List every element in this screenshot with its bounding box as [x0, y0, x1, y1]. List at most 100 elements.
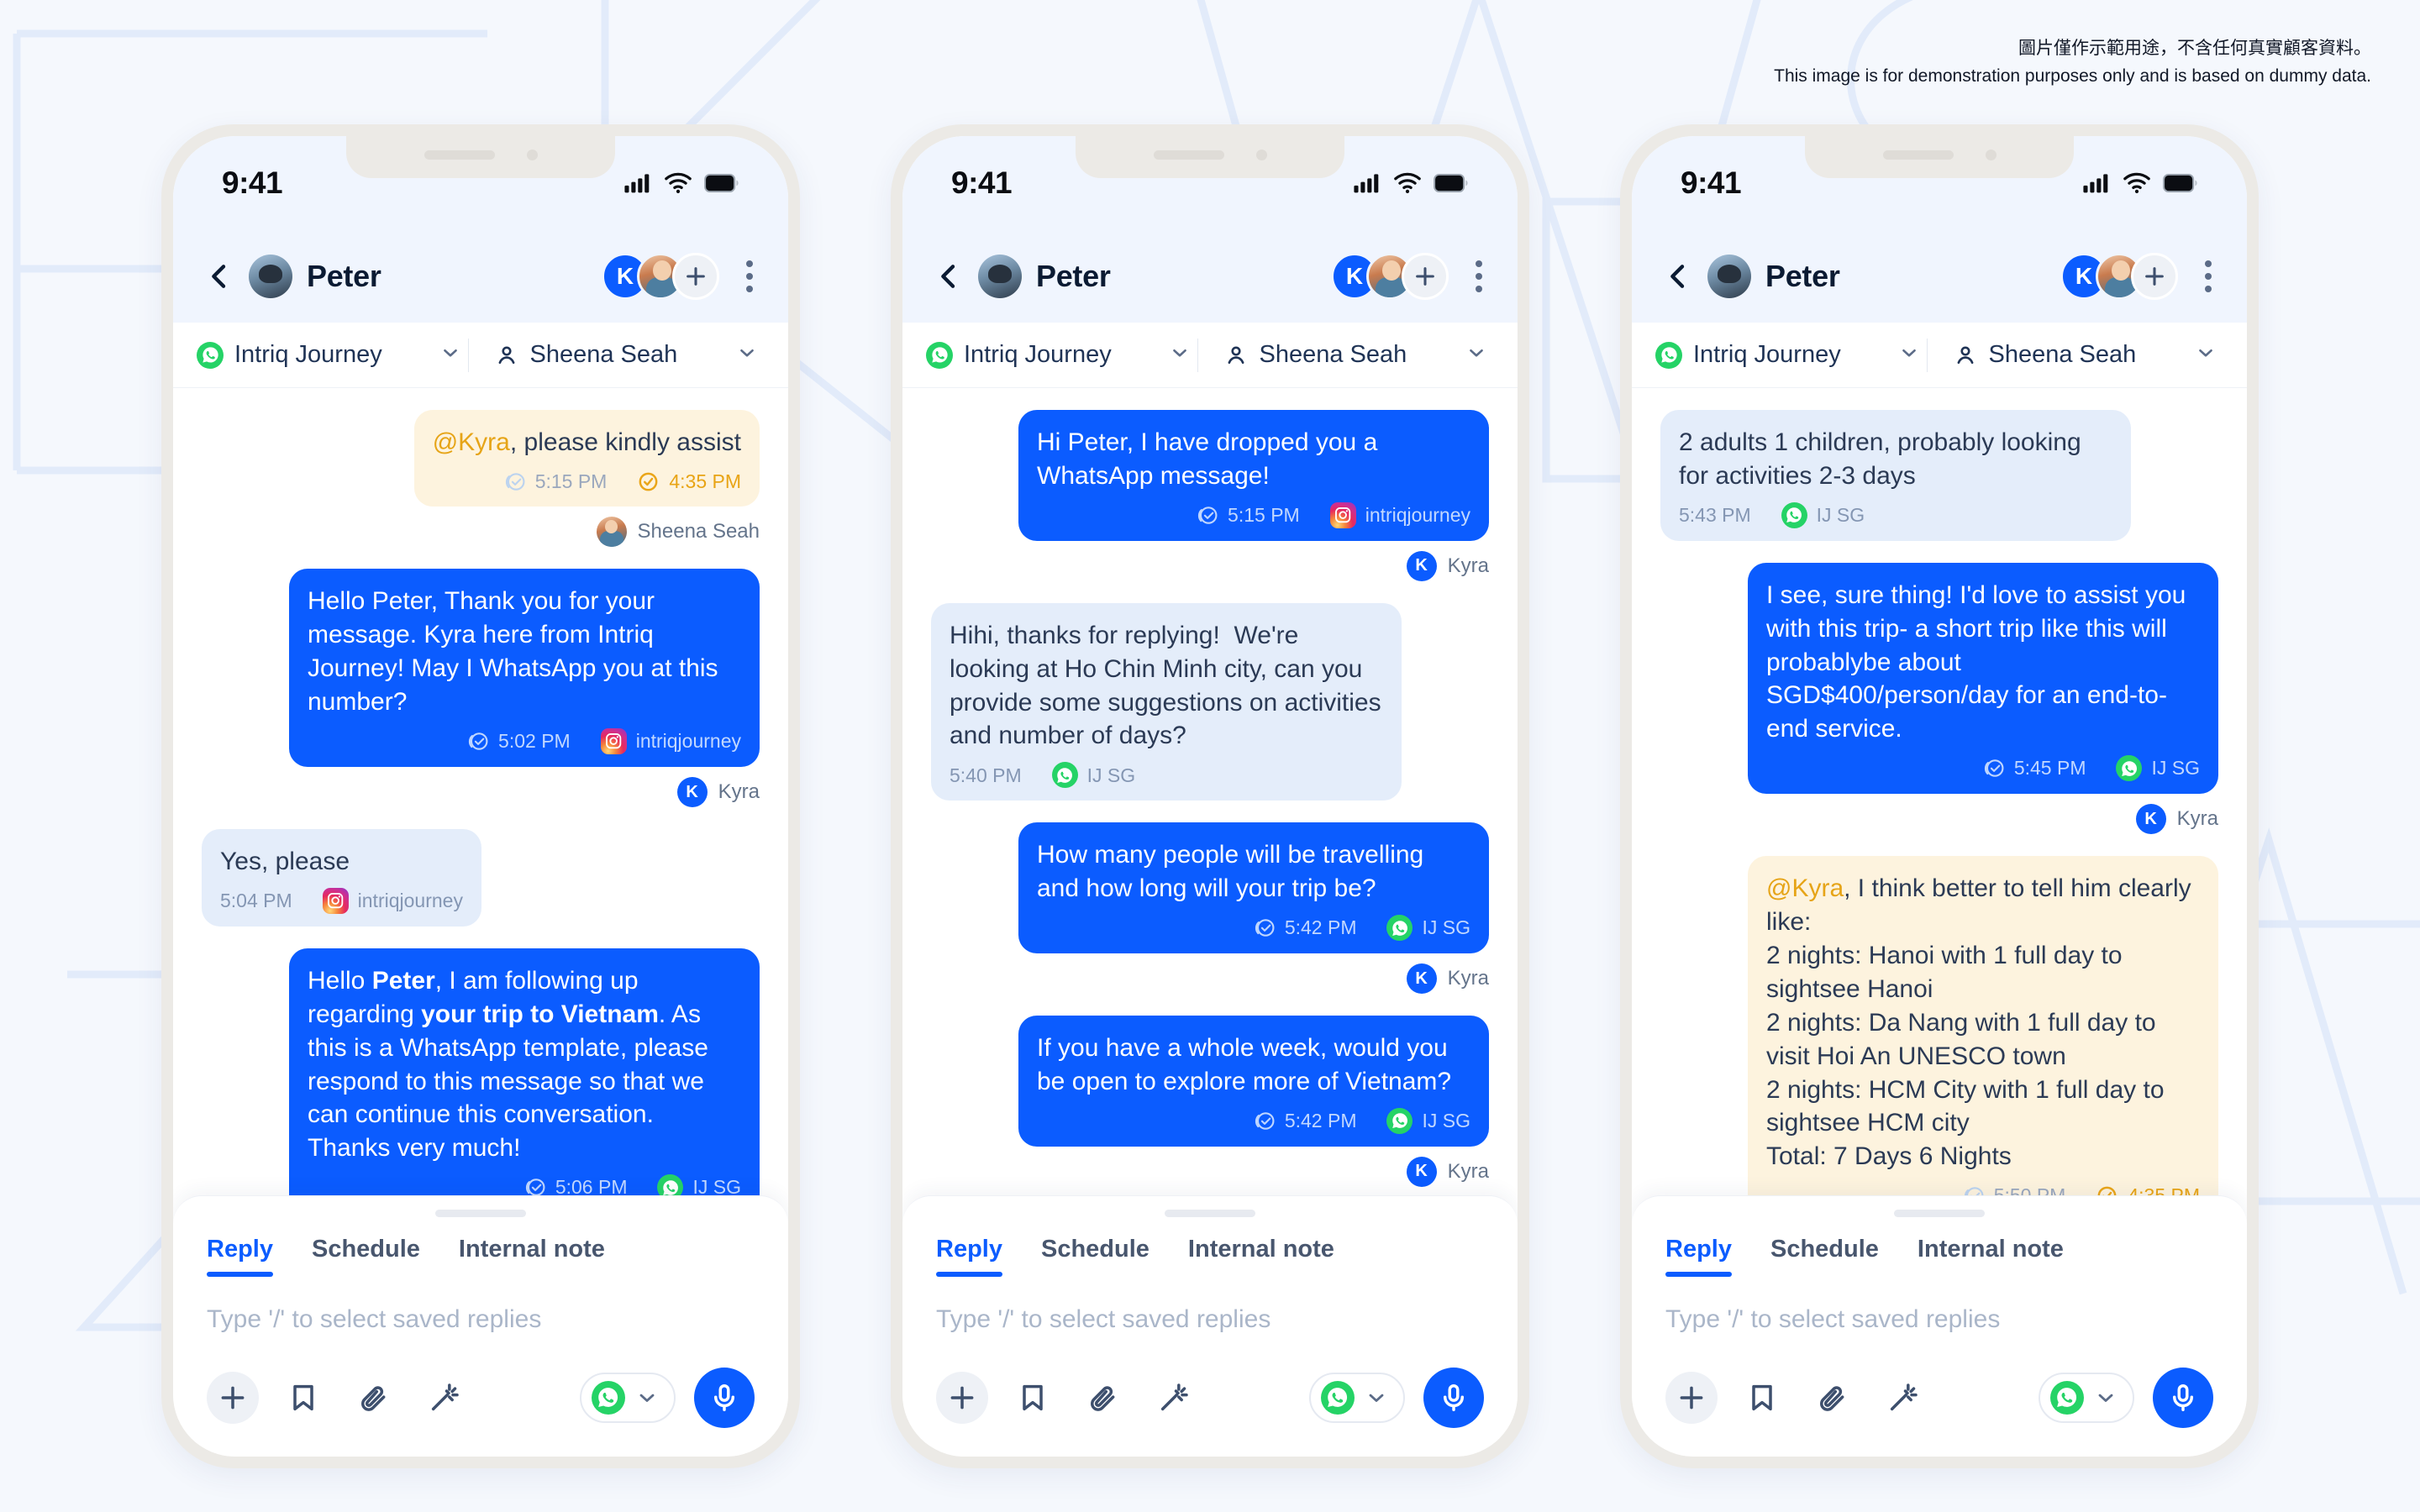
tab-schedule[interactable]: Schedule	[1770, 1236, 1879, 1277]
message-bubble[interactable]: Yes, please 5:04 PM intriqjourney	[202, 829, 481, 927]
channel-selector[interactable]: Intriq Journey	[197, 341, 468, 369]
message-text-part: Hello	[308, 966, 372, 995]
message-bubble[interactable]: Hihi, thanks for replying! We're looking…	[931, 602, 1402, 801]
add-assignee-button[interactable]	[2131, 253, 2178, 300]
contact-avatar[interactable]	[978, 255, 1022, 298]
tab-internal-note[interactable]: Internal note	[459, 1236, 605, 1277]
drag-handle[interactable]	[435, 1210, 526, 1217]
channel-selector[interactable]: Intriq Journey	[926, 341, 1197, 369]
magic-wand-button[interactable]	[418, 1372, 471, 1424]
tab-reply[interactable]: Reply	[936, 1236, 1002, 1277]
add-assignee-button[interactable]	[672, 253, 719, 300]
message-bubble[interactable]: @Kyra, please kindly assist 5:15 PM 4:35…	[413, 410, 760, 507]
message-bubble[interactable]: If you have a whole week, would you be o…	[1018, 1016, 1489, 1147]
message-time: 5:45 PM	[2013, 757, 2086, 780]
drag-handle[interactable]	[1165, 1210, 1255, 1217]
bookmark-button[interactable]	[1007, 1372, 1059, 1424]
magic-wand-button[interactable]	[1148, 1372, 1200, 1424]
reply-input[interactable]: Type '/' to select saved replies	[1665, 1277, 2213, 1368]
message-bubble[interactable]: 2 adults 1 children, probably looking fo…	[1660, 410, 2131, 541]
microphone-button[interactable]	[694, 1368, 755, 1428]
kebab-menu-icon[interactable]	[2200, 255, 2217, 297]
double-check-icon	[1196, 504, 1218, 527]
message-text: If you have a whole week, would you be o…	[1037, 1034, 1455, 1096]
mention-tag[interactable]: @Kyra	[433, 428, 510, 456]
double-check-icon	[1253, 1110, 1276, 1132]
paperclip-button[interactable]	[348, 1372, 400, 1424]
mention-tag[interactable]: @Kyra	[1766, 874, 1844, 902]
tab-internal-note[interactable]: Internal note	[1918, 1236, 2064, 1277]
assignee-avatars[interactable]: K	[602, 253, 719, 300]
phone-mockup: 9:41 Peter K Intriq Journey Sheena Seah …	[161, 124, 800, 1468]
message-bubble[interactable]: Hi Peter, I have dropped you a WhatsApp …	[1018, 410, 1489, 541]
back-button[interactable]	[197, 260, 242, 293]
contact-avatar[interactable]	[1707, 255, 1751, 298]
contact-avatar[interactable]	[249, 255, 292, 298]
message-text: Yes, please	[220, 848, 350, 876]
back-button[interactable]	[926, 260, 971, 293]
reply-input[interactable]: Type '/' to select saved replies	[207, 1277, 755, 1368]
message-bubble[interactable]: Hello Peter, I am following up regarding…	[289, 948, 760, 1195]
message-time: 5:40 PM	[950, 764, 1022, 786]
tab-reply[interactable]: Reply	[207, 1236, 273, 1277]
message-sender: K Kyra	[2135, 804, 2218, 835]
message-bubble[interactable]: I see, sure thing! I'd love to assist yo…	[1748, 562, 2218, 795]
plus-button[interactable]	[1665, 1372, 1718, 1424]
message-bubble[interactable]: How many people will be travelling and h…	[1018, 822, 1489, 954]
message-thread[interactable]: @Kyra, please kindly assist 5:15 PM 4:35…	[173, 388, 788, 1195]
chevron-down-icon[interactable]	[1898, 342, 1927, 368]
status-icons	[1353, 172, 1469, 194]
kebab-menu-icon[interactable]	[1470, 255, 1487, 297]
drag-handle[interactable]	[1894, 1210, 1985, 1217]
composer-actions	[207, 1368, 755, 1428]
sender-name: Kyra	[1447, 554, 1489, 577]
plus-button[interactable]	[207, 1372, 259, 1424]
paperclip-button[interactable]	[1807, 1372, 1859, 1424]
send-channel-selector[interactable]	[2039, 1373, 2134, 1423]
tab-schedule[interactable]: Schedule	[1041, 1236, 1150, 1277]
assignee-selector[interactable]: Sheena Seah	[1928, 341, 2224, 369]
assignee-selector[interactable]: Sheena Seah	[1198, 341, 1495, 369]
avatar: K	[1406, 963, 1437, 995]
send-channel-selector[interactable]	[1309, 1373, 1405, 1423]
bookmark-button[interactable]	[277, 1372, 329, 1424]
message-thread[interactable]: 2 adults 1 children, probably looking fo…	[1632, 388, 2247, 1195]
clock-check-icon	[2096, 1184, 2118, 1195]
chevron-down-icon[interactable]	[439, 342, 468, 368]
kebab-menu-icon[interactable]	[741, 255, 758, 297]
composer-tabs: Reply Schedule Internal note	[1665, 1236, 2213, 1277]
reply-input[interactable]: Type '/' to select saved replies	[936, 1277, 1484, 1368]
send-channel-selector[interactable]	[580, 1373, 676, 1423]
tab-internal-note[interactable]: Internal note	[1188, 1236, 1334, 1277]
tab-schedule[interactable]: Schedule	[312, 1236, 420, 1277]
message-bubble[interactable]: Hello Peter, Thank you for your message.…	[289, 569, 760, 768]
status-time: 9:41	[222, 165, 283, 200]
microphone-button[interactable]	[1423, 1368, 1484, 1428]
chevron-down-icon[interactable]	[1465, 342, 1494, 368]
paperclip-button[interactable]	[1077, 1372, 1129, 1424]
message-thread[interactable]: Hi Peter, I have dropped you a WhatsApp …	[902, 388, 1518, 1195]
assignee-avatars[interactable]: K	[1331, 253, 1449, 300]
add-assignee-button[interactable]	[1402, 253, 1449, 300]
message-meta: 5:45 PM IJ SG	[1766, 755, 2200, 782]
sender-name: Kyra	[2176, 807, 2218, 831]
message-row: Yes, please 5:04 PM intriqjourney	[202, 829, 760, 927]
avatar: K	[676, 777, 708, 808]
double-check-icon	[523, 1176, 546, 1195]
sender-name: Kyra	[1447, 1159, 1489, 1183]
channel-selector[interactable]: Intriq Journey	[1655, 341, 1927, 369]
message-bubble[interactable]: @Kyra, I think better to tell him clearl…	[1748, 856, 2218, 1195]
chevron-down-icon[interactable]	[736, 342, 765, 368]
contact-name: Peter	[1765, 259, 1840, 293]
tab-reply[interactable]: Reply	[1665, 1236, 1732, 1277]
plus-button[interactable]	[936, 1372, 988, 1424]
chevron-down-icon	[2094, 1386, 2118, 1410]
microphone-button[interactable]	[2153, 1368, 2213, 1428]
chevron-down-icon[interactable]	[2195, 342, 2223, 368]
assignee-avatars[interactable]: K	[2060, 253, 2178, 300]
assignee-selector[interactable]: Sheena Seah	[469, 341, 765, 369]
magic-wand-button[interactable]	[1877, 1372, 1929, 1424]
chevron-down-icon[interactable]	[1169, 342, 1197, 368]
bookmark-button[interactable]	[1736, 1372, 1788, 1424]
back-button[interactable]	[1655, 260, 1701, 293]
